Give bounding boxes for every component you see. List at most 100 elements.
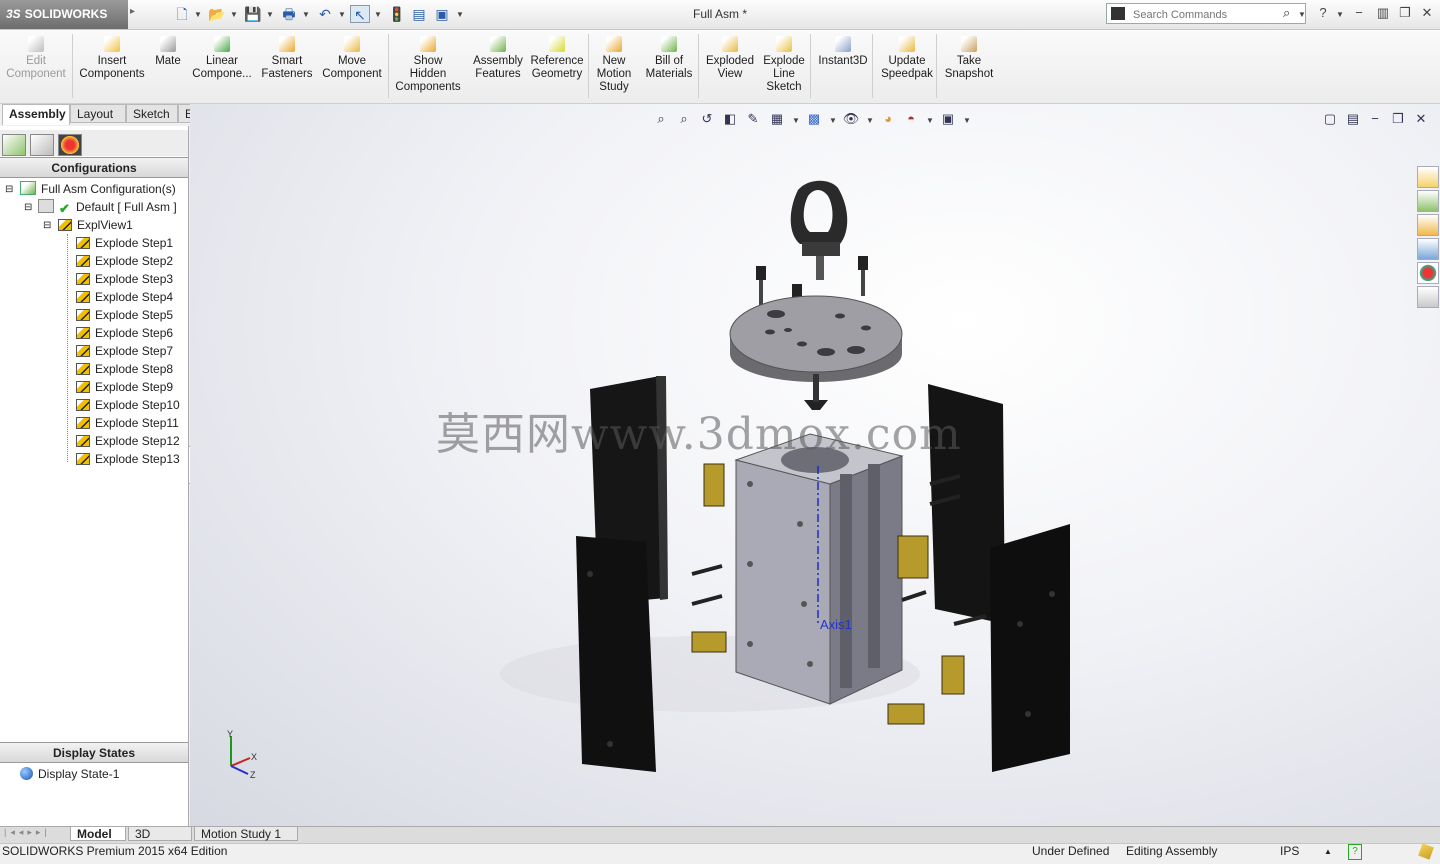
options-icon[interactable]: ▣ — [432, 5, 452, 23]
select-dropdown-icon[interactable]: ▼ — [374, 10, 382, 19]
undo-dropdown-icon[interactable]: ▼ — [338, 10, 346, 19]
section-view-icon[interactable]: ◧ — [721, 111, 739, 127]
logo-menu-arrow-icon[interactable]: ▸ — [130, 6, 135, 17]
cmd-speedpak-button[interactable]: Update Speedpak — [878, 34, 936, 100]
cmd-show-hidden-button[interactable]: Show Hidden Components — [392, 34, 464, 100]
collapse-explview-icon[interactable]: ⊟ — [43, 220, 51, 231]
explode-step-item[interactable]: Explode Step12 — [76, 432, 180, 450]
explode-step-item[interactable]: Explode Step8 — [76, 360, 173, 378]
cmd-exploded-view-button[interactable]: Exploded View — [702, 34, 758, 100]
display-manager-tab-icon[interactable] — [58, 134, 82, 156]
previous-view-icon[interactable]: ↺ — [698, 111, 716, 127]
print-dropdown-icon[interactable]: ▼ — [302, 10, 310, 19]
sensor-3[interactable] — [691, 631, 727, 653]
open-dropdown-icon[interactable]: ▼ — [230, 10, 238, 19]
cmd-reference-geometry-button[interactable]: Reference Geometry — [528, 34, 586, 100]
view-orientation-dropdown-icon[interactable]: ▼ — [792, 116, 800, 125]
cmd-move-component-button[interactable]: Move Component — [318, 34, 386, 100]
cmd-explode-line-sketch-button[interactable]: Explode Line Sketch — [758, 34, 810, 100]
collapse-root-icon[interactable]: ⊟ — [5, 184, 13, 195]
display-style-dropdown-icon[interactable]: ▼ — [829, 116, 837, 125]
rebuild-icon[interactable]: 🚦 — [387, 5, 407, 23]
restore-icon[interactable]: ❐ — [1396, 5, 1414, 21]
options-dropdown-icon[interactable]: ▼ — [456, 10, 464, 19]
cmd-smart-fasteners-button[interactable]: Smart Fasteners — [258, 34, 316, 100]
cap-screw-1[interactable] — [756, 266, 766, 280]
search-box[interactable]: ⌕ — [1106, 3, 1306, 24]
view-settings-dropdown-icon[interactable]: ▼ — [963, 116, 971, 125]
print-icon[interactable]: 🖶 — [279, 5, 299, 23]
shell-front-left[interactable] — [576, 536, 656, 772]
cmd-assembly-features-button[interactable]: Assembly Features — [470, 34, 526, 100]
graphics-area[interactable] — [190, 104, 1440, 826]
hide-show-items-icon[interactable]: 👁 — [842, 111, 860, 127]
save-dropdown-icon[interactable]: ▼ — [266, 10, 274, 19]
search-dropdown-icon[interactable]: ▼ — [1298, 10, 1306, 19]
property-manager-tab-icon[interactable] — [30, 134, 54, 156]
explode-step-item[interactable]: Explode Step7 — [76, 342, 173, 360]
explode-step-item[interactable]: Explode Step6 — [76, 324, 173, 342]
new-dropdown-icon[interactable]: ▼ — [194, 10, 202, 19]
custom-properties-icon[interactable] — [1417, 286, 1439, 308]
sensor-1[interactable] — [703, 463, 725, 507]
feature-manager-tab-icon[interactable] — [2, 134, 26, 156]
bottom-tab-3d-views[interactable]: 3D Views — [128, 826, 192, 856]
display-state-item[interactable]: Display State-1 — [20, 765, 119, 783]
dynamic-annotation-icon[interactable]: ✎ — [744, 111, 762, 127]
undo-icon[interactable]: ↶ — [315, 5, 335, 23]
help-icon[interactable]: ? — [1314, 5, 1332, 21]
zoom-to-fit-icon[interactable]: ⌕ — [652, 111, 670, 127]
explode-step-item[interactable]: Explode Step5 — [76, 306, 173, 324]
shell-front-right[interactable] — [990, 524, 1070, 772]
cmd-mate-button[interactable]: Mate — [150, 34, 186, 100]
viewport-split-icon[interactable]: ▢ — [1321, 111, 1339, 127]
sensor-2[interactable] — [897, 535, 929, 579]
sensor-4[interactable] — [941, 655, 965, 695]
explode-step-item[interactable]: Explode Step9 — [76, 378, 173, 396]
cap-screw-2[interactable] — [858, 256, 868, 270]
cap-screw-3[interactable] — [792, 284, 802, 298]
app-logo[interactable]: 3S SOLIDWORKS — [0, 0, 128, 29]
hide-show-dropdown-icon[interactable]: ▼ — [866, 116, 874, 125]
quick-tips-icon[interactable]: ? — [1348, 844, 1362, 860]
view-settings-icon[interactable]: ▣ — [939, 111, 957, 127]
sensor-5[interactable] — [887, 703, 925, 725]
file-properties-icon[interactable]: ▤ — [409, 5, 429, 23]
cmd-instant3d-button[interactable]: Instant3D — [814, 34, 872, 100]
zoom-to-area-icon[interactable]: ⌕ — [675, 111, 693, 127]
viewport-restore-icon[interactable]: ❐ — [1389, 111, 1407, 127]
file-explorer-icon[interactable] — [1417, 214, 1439, 236]
solidworks-resources-icon[interactable] — [1417, 166, 1439, 188]
close-icon[interactable]: ✕ — [1418, 5, 1436, 21]
viewport-tile-icon[interactable]: ▤ — [1344, 111, 1362, 127]
cmd-linear-pattern-button[interactable]: Linear Compone... — [190, 34, 254, 100]
eye-bolt[interactable] — [790, 180, 848, 244]
units-selector[interactable]: IPS — [1280, 844, 1299, 858]
cmd-bom-button[interactable]: Bill of Materials — [640, 34, 698, 100]
viewport-minimize-icon[interactable]: − — [1366, 111, 1384, 127]
magnifier-icon[interactable]: ⌕ — [1283, 5, 1290, 21]
edit-appearance-icon[interactable]: ◕ — [879, 111, 897, 127]
viewport-close-icon[interactable]: ✕ — [1412, 111, 1430, 127]
tab-scroll-arrows-icon[interactable]: |◂◂▸▸| — [4, 827, 51, 838]
explode-step-item[interactable]: Explode Step4 — [76, 288, 173, 306]
top-plate[interactable] — [729, 295, 903, 373]
cmd-snapshot-button[interactable]: Take Snapshot — [940, 34, 998, 100]
units-dropdown-icon[interactable]: ▲ — [1324, 847, 1332, 856]
search-input[interactable] — [1131, 5, 1285, 24]
view-palette-icon[interactable] — [1417, 238, 1439, 260]
explode-step-item[interactable]: Explode Step3 — [76, 270, 173, 288]
explode-step-item[interactable]: Explode Step2 — [76, 252, 173, 270]
tab-layout[interactable]: Layout — [70, 104, 126, 123]
tree-explview[interactable]: ExplView1 — [58, 216, 133, 234]
help-dropdown-icon[interactable]: ▼ — [1336, 10, 1344, 19]
tab-sketch[interactable]: Sketch — [126, 104, 178, 123]
tree-root[interactable]: Full Asm Configuration(s) — [20, 180, 176, 198]
cmd-insert-components-button[interactable]: Insert Components — [76, 34, 148, 100]
explode-step-item[interactable]: Explode Step13 — [76, 450, 180, 468]
tile-icon[interactable]: ▥ — [1374, 5, 1392, 21]
view-orientation-icon[interactable]: ▦ — [768, 111, 786, 127]
display-style-icon[interactable]: ▩ — [805, 111, 823, 127]
tree-default-config[interactable]: ✔ Default [ Full Asm ] — [38, 198, 177, 216]
minimize-icon[interactable]: − — [1350, 5, 1368, 21]
